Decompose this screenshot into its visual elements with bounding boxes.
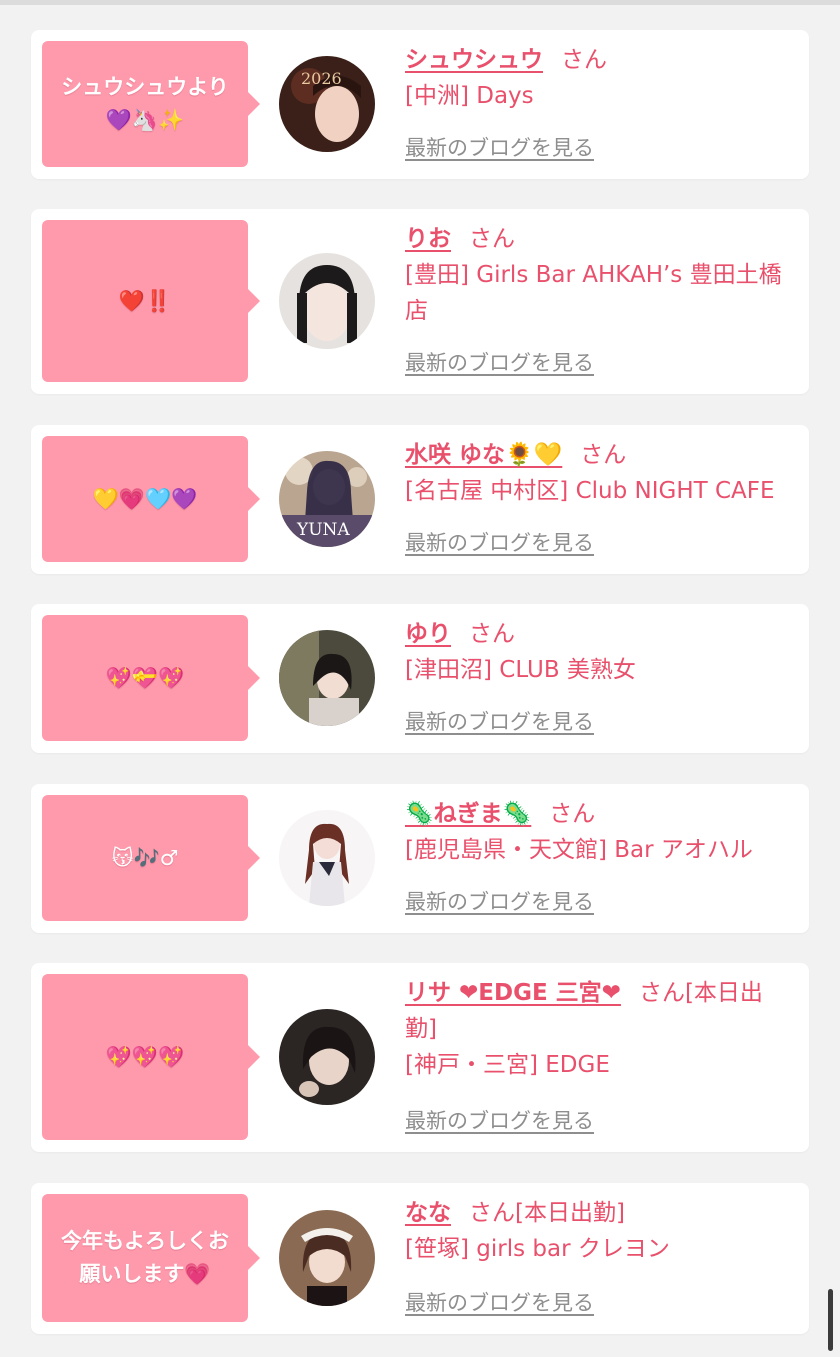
avatar-photo-5 <box>279 810 375 906</box>
honorific: さん <box>549 801 596 827</box>
message-text: 今年もよろしくお 願いします💗 <box>61 1229 229 1286</box>
honorific: さん <box>469 1200 515 1226</box>
cast-name-link[interactable]: なな <box>405 1200 451 1226</box>
name-line: りお さん <box>405 221 789 257</box>
shop-info: [名古屋 中村区] Club NIGHT CAFE <box>405 478 775 504</box>
cast-name-link[interactable]: シュウシュウ <box>405 47 543 73</box>
info-block: リサ ❤EDGE 三宮❤ さん[本日出勤] [神戸・三宮] EDGE <box>405 975 789 1083</box>
list-item: 😽🎶♂ 🦠ねぎま🦠 さん [鹿児島県・天文館] Bar アオハル 最新のブログを見… <box>31 784 809 933</box>
message-text: 💛💗🩵💜 <box>92 486 198 511</box>
avatar-photo-4 <box>279 630 375 726</box>
message-bubble: シュウシュウより 💜🦄✨ <box>42 41 260 167</box>
message-bubble: 😽🎶♂ <box>42 795 260 921</box>
message-bubble: 💛💗🩵💜 <box>42 436 260 562</box>
cast-name-link[interactable]: ゆり <box>405 621 451 647</box>
cast-name-link[interactable]: りお <box>405 226 451 252</box>
latest-blog-link[interactable]: 最新のブログを見る <box>405 529 594 557</box>
info-block: ゆり さん [津田沼] CLUB 美熟女 <box>405 616 789 688</box>
shop-info: [津田沼] CLUB 美熟女 <box>405 657 636 683</box>
message-bubble: 💖💖💖 <box>42 974 260 1140</box>
avatar[interactable]: 2026 <box>279 56 375 152</box>
shop-info: [豊田] Girls Bar AHKAH’s 豊田土橋店 <box>405 262 782 324</box>
cast-name-link[interactable]: 🦠ねぎま🦠 <box>405 801 531 827</box>
avatar-photo-7 <box>279 1210 375 1306</box>
top-divider <box>0 0 840 5</box>
avatar[interactable] <box>279 630 375 726</box>
list-item: 💖💖💖 リサ ❤EDGE 三宮❤ さん[本日出勤] [神戸・三宮] EDGE 最新… <box>31 963 809 1152</box>
message-text: シュウシュウより 💜🦄✨ <box>61 75 229 132</box>
message-text: 💖💝💖 <box>105 665 185 690</box>
info-block: 水咲 ゆな🌻💛 さん [名古屋 中村区] Club NIGHT CAFE <box>405 437 789 509</box>
avatar-photo-3: YUNA <box>279 451 375 547</box>
latest-blog-link[interactable]: 最新のブログを見る <box>405 888 594 916</box>
latest-blog-link[interactable]: 最新のブログを見る <box>405 1289 594 1317</box>
list-item: 💛💗🩵💜 YUNA 水咲 ゆな🌻💛 さん [名古屋 中村区] Club NIGHT… <box>31 425 809 574</box>
honorific: さん <box>561 47 607 73</box>
list-item: 今年もよろしくお 願いします💗 なな さん[本日出勤] [笹塚] girls ba… <box>31 1183 809 1334</box>
name-line: リサ ❤EDGE 三宮❤ さん[本日出勤] <box>405 975 789 1047</box>
svg-text:2026: 2026 <box>301 69 342 88</box>
avatar[interactable]: YUNA <box>279 451 375 547</box>
avatar-photo-2 <box>279 253 375 349</box>
info-block: シュウシュウ さん [中洲] Days <box>405 42 789 114</box>
scrollbar[interactable] <box>828 1289 833 1351</box>
latest-blog-link[interactable]: 最新のブログを見る <box>405 349 594 377</box>
shop-info: [中洲] Days <box>405 83 534 109</box>
name-line: ゆり さん <box>405 616 789 652</box>
cast-name-link[interactable]: リサ ❤EDGE 三宮❤ <box>405 980 621 1006</box>
avatar[interactable] <box>279 1210 375 1306</box>
honorific: さん <box>638 980 685 1006</box>
message-text: 💖💖💖 <box>105 1044 185 1069</box>
avatar-photo-1: 2026 <box>279 56 375 152</box>
avatar-photo-6 <box>279 1009 375 1105</box>
message-text: ❤️‼️ <box>118 288 172 313</box>
info-block: なな さん[本日出勤] [笹塚] girls bar クレヨン <box>405 1195 789 1267</box>
status-suffix: [本日出勤] <box>515 1200 625 1226</box>
list-item: ❤️‼️ りお さん [豊田] Girls Bar AHKAH’s 豊田土橋店 最… <box>31 209 809 394</box>
info-block: 🦠ねぎま🦠 さん [鹿児島県・天文館] Bar アオハル <box>405 796 789 868</box>
latest-blog-link[interactable]: 最新のブログを見る <box>405 1107 594 1135</box>
honorific: さん <box>469 621 515 647</box>
avatar[interactable] <box>279 1009 375 1105</box>
name-line: 水咲 ゆな🌻💛 さん <box>405 437 789 473</box>
message-bubble: 今年もよろしくお 願いします💗 <box>42 1194 260 1322</box>
cast-name-link[interactable]: 水咲 ゆな🌻💛 <box>405 442 562 468</box>
honorific: さん <box>580 442 627 468</box>
latest-blog-link[interactable]: 最新のブログを見る <box>405 134 594 162</box>
shop-info: [笹塚] girls bar クレヨン <box>405 1236 670 1262</box>
avatar[interactable] <box>279 253 375 349</box>
shop-info: [神戸・三宮] EDGE <box>405 1052 610 1078</box>
message-text: 😽🎶♂ <box>111 845 179 870</box>
message-bubble: 💖💝💖 <box>42 615 260 741</box>
list-item: シュウシュウより 💜🦄✨ 2026 シュウシュウ さん [中洲] Days 最新の… <box>31 30 809 179</box>
list-item: 💖💝💖 ゆり さん [津田沼] CLUB 美熟女 最新のブログを見る <box>31 604 809 753</box>
name-line: シュウシュウ さん <box>405 42 789 78</box>
message-bubble: ❤️‼️ <box>42 220 260 382</box>
name-line: 🦠ねぎま🦠 さん <box>405 796 789 832</box>
shop-info: [鹿児島県・天文館] Bar アオハル <box>405 837 753 863</box>
avatar[interactable] <box>279 810 375 906</box>
name-line: なな さん[本日出勤] <box>405 1195 789 1231</box>
latest-blog-link[interactable]: 最新のブログを見る <box>405 708 594 736</box>
info-block: りお さん [豊田] Girls Bar AHKAH’s 豊田土橋店 <box>405 221 789 329</box>
honorific: さん <box>469 226 515 252</box>
svg-text:YUNA: YUNA <box>296 520 350 540</box>
